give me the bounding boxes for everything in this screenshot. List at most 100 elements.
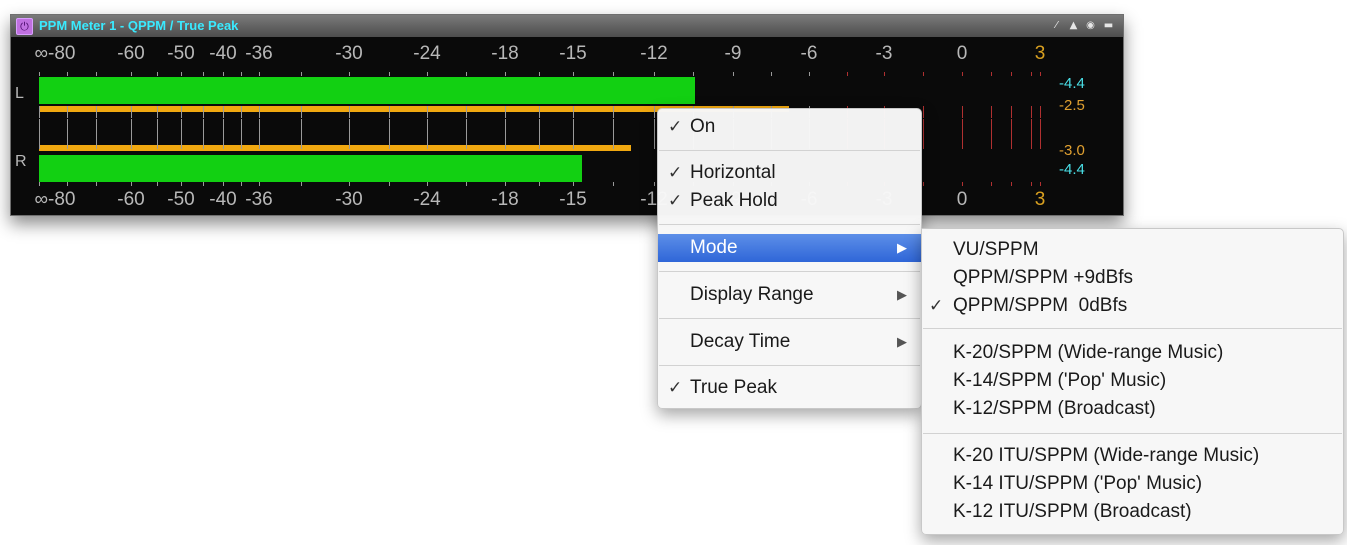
scale-tick [96,119,97,149]
scale-tick [466,106,467,118]
scale-tick [96,72,97,76]
scale-tick [223,106,224,118]
menu-item-label: K-20/SPPM (Wide-range Music) [953,342,1224,363]
menu-item-peak-hold[interactable]: ✓ Peak Hold [658,187,921,215]
scale-tick [539,119,540,149]
scale-label: -36 [245,189,273,210]
scale-tick [1040,72,1041,76]
scale-label: -12 [640,43,668,64]
scale-tick [131,106,132,118]
person-icon[interactable]: ▲ [1067,19,1080,32]
scale-tick [1040,106,1041,118]
menu-item-on[interactable]: ✓ On [658,113,921,141]
menu-item-true-peak[interactable]: ✓ True Peak [658,374,921,402]
scale-label: -3 [875,43,893,64]
mode-item-k12-sppm[interactable]: K-12/SPPM (Broadcast) [922,395,1343,423]
mode-item-vu-sppm[interactable]: VU/SPPM [922,236,1343,264]
scale-tick [427,119,428,149]
scale-tick [1031,182,1032,186]
menu-item-label: Horizontal [690,162,776,183]
scale-tick [466,182,467,186]
scale-tick [771,72,772,76]
right-rms-readout: -4.4 [1059,161,1085,178]
wand-icon[interactable]: ⁄ [1050,19,1063,32]
scale-tick [67,182,68,186]
check-icon: ✓ [668,163,683,182]
menu-item-label: Mode [690,237,738,258]
scale-tick [223,182,224,186]
scale-tick [157,119,158,149]
eye-icon[interactable]: ◉ [1084,19,1097,32]
scale-tick [67,106,68,118]
mode-item-qppm-9dbfs[interactable]: QPPM/SPPM +9dBfs [922,264,1343,292]
scale-label: ∞-80 [34,43,76,64]
scale-tick [39,182,40,186]
scale-tick [223,72,224,76]
scale-tick [884,72,885,76]
submenu-arrow-icon: ▶ [897,287,907,302]
menu-item-decay-time[interactable]: Decay Time ▶ [658,328,921,356]
minimize-icon[interactable]: ▬ [1102,19,1115,32]
mode-item-k20-itu-sppm[interactable]: K-20 ITU/SPPM (Wide-range Music) [922,442,1343,470]
scale-tick [349,72,350,76]
right-peak-readout: -3.0 [1059,142,1085,159]
scale-tick [157,182,158,186]
scale-label: -50 [167,43,195,64]
menu-item-label: K-20 ITU/SPPM (Wide-range Music) [953,445,1260,466]
scale-tick [613,72,614,76]
check-icon: ✓ [668,191,683,210]
menu-item-horizontal[interactable]: ✓ Horizontal [658,159,921,187]
title-bar[interactable]: ⏻ PPM Meter 1 - QPPM / True Peak ⁄ ▲ ◉ ▬ [11,15,1123,37]
scale-tick [181,106,182,118]
power-icon[interactable]: ⏻ [16,18,33,35]
scale-tick [39,119,40,149]
menu-item-mode[interactable]: Mode ▶ [658,234,921,262]
scale-tick [259,119,260,149]
scale-tick [847,72,848,76]
menu-item-label: K-12/SPPM (Broadcast) [953,398,1156,419]
mode-item-k20-sppm[interactable]: K-20/SPPM (Wide-range Music) [922,339,1343,367]
scale-tick [923,72,924,76]
scale-tick [181,72,182,76]
scale-tick [573,119,574,149]
menu-item-label: QPPM/SPPM 0dBfs [953,295,1128,316]
scale-tick [505,72,506,76]
scale-label: -36 [245,43,273,64]
scale-tick [301,119,302,149]
scale-tick [301,106,302,118]
scale-tick [349,119,350,149]
mode-item-k14-sppm[interactable]: K-14/SPPM ('Pop' Music) [922,367,1343,395]
mode-item-qppm-0dbfs[interactable]: ✓ QPPM/SPPM 0dBfs [922,292,1343,320]
mode-item-k14-itu-sppm[interactable]: K-14 ITU/SPPM ('Pop' Music) [922,470,1343,498]
scale-tick [466,72,467,76]
scale-tick [539,182,540,186]
check-icon: ✓ [668,117,683,136]
scale-tick [991,72,992,76]
menu-item-display-range[interactable]: Display Range ▶ [658,281,921,309]
scale-tick [1031,72,1032,76]
scale-tick [67,72,68,76]
menu-separator [659,150,920,151]
scale-tick [389,106,390,118]
scale-label: -30 [335,189,363,210]
scale-label: -18 [491,189,519,210]
mode-item-k12-itu-sppm[interactable]: K-12 ITU/SPPM (Broadcast) [922,498,1343,526]
submenu-arrow-icon: ▶ [897,240,907,255]
scale-tick [131,182,132,186]
menu-separator [659,318,920,319]
scale-tick [962,119,963,149]
menu-item-label: On [690,116,716,137]
scale-tick [1011,106,1012,118]
scale-tick [1040,182,1041,186]
menu-separator [659,224,920,225]
scale-label: -9 [724,43,742,64]
scale-tick [923,106,924,118]
scale-label: -40 [209,189,237,210]
scale-tick [389,182,390,186]
left-rms-readout: -4.4 [1059,75,1085,92]
scale-tick [259,72,260,76]
scale-tick [1011,182,1012,186]
scale-tick [654,182,655,186]
scale-tick [1031,119,1032,149]
scale-tick [203,182,204,186]
